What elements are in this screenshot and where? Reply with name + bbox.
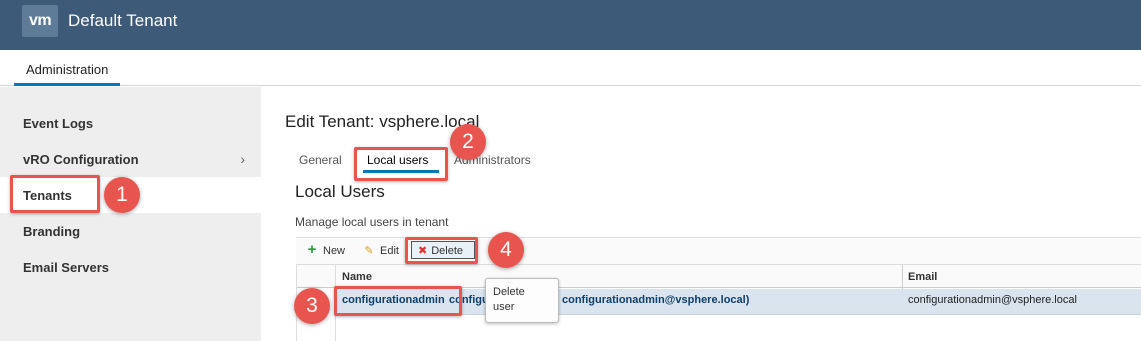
sidebar: Event Logs vRO Configuration › Tenants B…	[0, 87, 261, 341]
sidebar-item-event-logs[interactable]: Event Logs	[0, 105, 261, 141]
column-divider	[902, 265, 903, 289]
highlight-user-row	[334, 286, 462, 316]
chevron-right-icon: ›	[240, 151, 245, 167]
sidebar-item-email-servers[interactable]: Email Servers	[0, 249, 261, 285]
column-header-name[interactable]: Name	[342, 271, 372, 283]
annotation-badge-2: 2	[450, 124, 486, 160]
sidebar-item-branding[interactable]: Branding	[0, 213, 261, 249]
grid-header: Name Email	[297, 264, 1141, 289]
pencil-icon: ✎	[364, 245, 374, 257]
column-header-email[interactable]: Email	[908, 271, 937, 283]
edit-button-label: Edit	[380, 245, 399, 257]
new-button[interactable]: + New	[305, 241, 346, 260]
sidebar-item-label: vRO Configuration	[23, 152, 139, 167]
nav-tab-administration[interactable]: Administration	[14, 50, 121, 86]
section-description: Manage local users in tenant	[295, 215, 449, 229]
highlight-delete-button	[405, 237, 478, 264]
cell-name-tail: configurationadmin@vsphere.local)	[562, 294, 750, 306]
tooltip-line: Delete	[493, 286, 525, 298]
app-header: vm Default Tenant	[0, 0, 1141, 50]
sidebar-item-label: Event Logs	[23, 116, 94, 131]
sidebar-item-vro-configuration[interactable]: vRO Configuration ›	[0, 141, 261, 177]
sidebar-item-label: Branding	[23, 224, 81, 239]
highlight-local-users-tab	[354, 147, 448, 181]
section-title: Local Users	[295, 182, 385, 201]
tab-general[interactable]: General	[299, 153, 342, 167]
annotation-badge-1: 1	[104, 177, 140, 213]
new-button-label: New	[323, 245, 346, 257]
cell-email: configurationadmin@vsphere.local	[908, 294, 1077, 306]
vmware-logo: vm	[22, 5, 58, 37]
annotation-badge-4: 4	[488, 232, 524, 268]
delete-tooltip: Delete user	[485, 278, 559, 323]
tooltip-line: user	[493, 301, 515, 313]
annotation-badge-3: 3	[294, 288, 330, 324]
page-title: Edit Tenant: vsphere.local	[285, 112, 480, 131]
plus-icon: +	[307, 241, 317, 258]
highlight-tenants	[10, 175, 100, 213]
top-nav: Administration	[0, 50, 1141, 86]
app-title: Default Tenant	[68, 11, 178, 30]
sidebar-item-label: Email Servers	[23, 260, 110, 275]
edit-button[interactable]: ✎ Edit	[362, 244, 399, 260]
